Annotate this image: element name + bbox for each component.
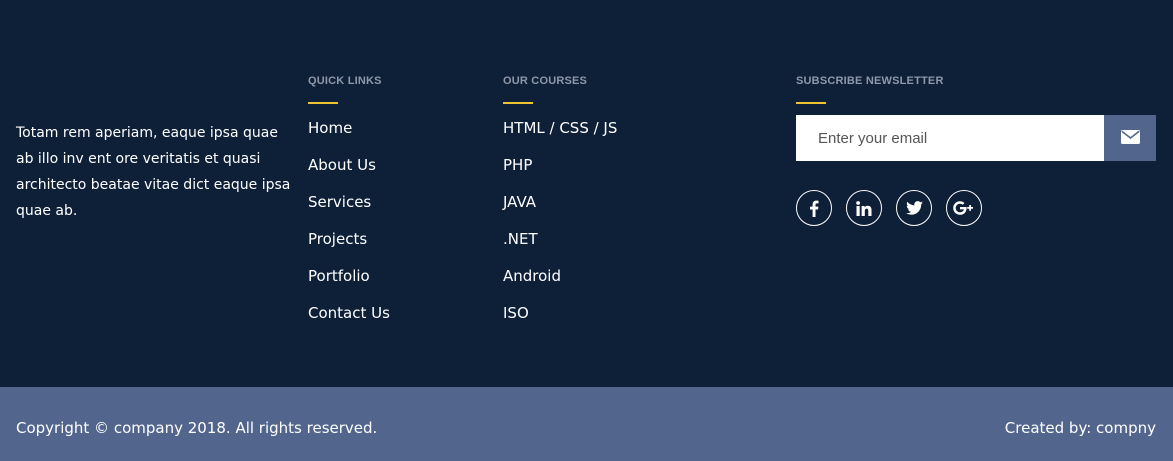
list-item: Portfolio	[308, 266, 488, 303]
linkedin-button[interactable]	[846, 190, 882, 226]
link-home[interactable]: Home	[308, 119, 352, 137]
quick-links-column: QUICK LINKS Home About Us Services Proje…	[308, 74, 488, 340]
quick-links-list: Home About Us Services Projects Portfoli…	[308, 118, 488, 340]
course-link-php[interactable]: PHP	[503, 156, 532, 174]
email-input[interactable]	[796, 115, 1104, 161]
list-item: PHP	[503, 155, 743, 192]
link-contact-us[interactable]: Contact Us	[308, 304, 390, 322]
course-link-dotnet[interactable]: .NET	[503, 230, 538, 248]
footer-main: Totam rem aperiam, eaque ipsa quae ab il…	[0, 0, 1173, 387]
list-item: JAVA	[503, 192, 743, 229]
link-projects[interactable]: Projects	[308, 230, 367, 248]
heading-underline	[308, 102, 338, 104]
course-link-html-css-js[interactable]: HTML / CSS / JS	[503, 119, 617, 137]
copyright-text: Copyright © company 2018. All rights res…	[16, 419, 378, 437]
list-item: Android	[503, 266, 743, 303]
heading-underline	[796, 102, 826, 104]
google-plus-button[interactable]	[946, 190, 982, 226]
link-about-us[interactable]: About Us	[308, 156, 376, 174]
course-link-iso[interactable]: ISO	[503, 304, 529, 322]
link-services[interactable]: Services	[308, 193, 371, 211]
list-item: Services	[308, 192, 488, 229]
created-by-text: Created by: compny	[1004, 419, 1156, 437]
quick-links-heading: QUICK LINKS	[308, 75, 382, 87]
facebook-button[interactable]	[796, 190, 832, 226]
envelope-icon	[1120, 129, 1140, 147]
google-plus-icon	[953, 201, 975, 215]
subscribe-form	[796, 115, 1156, 161]
list-item: Home	[308, 118, 488, 155]
newsletter-column: SUBSCRIBE NEWSLETTER	[796, 74, 1156, 226]
course-link-java[interactable]: JAVA	[503, 193, 536, 211]
list-item: Contact Us	[308, 303, 488, 340]
twitter-icon	[905, 201, 923, 215]
facebook-icon	[809, 200, 819, 217]
subscribe-button[interactable]	[1104, 115, 1156, 161]
newsletter-heading: SUBSCRIBE NEWSLETTER	[796, 75, 944, 87]
courses-list: HTML / CSS / JS PHP JAVA .NET Android IS…	[503, 118, 743, 340]
list-item: HTML / CSS / JS	[503, 118, 743, 155]
course-link-android[interactable]: Android	[503, 267, 561, 285]
footer-bottom-bar: Copyright © company 2018. All rights res…	[0, 387, 1173, 461]
heading-underline	[503, 102, 533, 104]
list-item: About Us	[308, 155, 488, 192]
courses-column: OUR COURSES HTML / CSS / JS PHP JAVA .NE…	[503, 74, 743, 340]
list-item: Projects	[308, 229, 488, 266]
linkedin-icon	[856, 200, 872, 216]
about-text: Totam rem aperiam, eaque ipsa quae ab il…	[16, 125, 291, 219]
list-item: ISO	[503, 303, 743, 340]
social-links	[796, 190, 1156, 226]
link-portfolio[interactable]: Portfolio	[308, 267, 370, 285]
courses-heading: OUR COURSES	[503, 75, 588, 87]
list-item: .NET	[503, 229, 743, 266]
twitter-button[interactable]	[896, 190, 932, 226]
